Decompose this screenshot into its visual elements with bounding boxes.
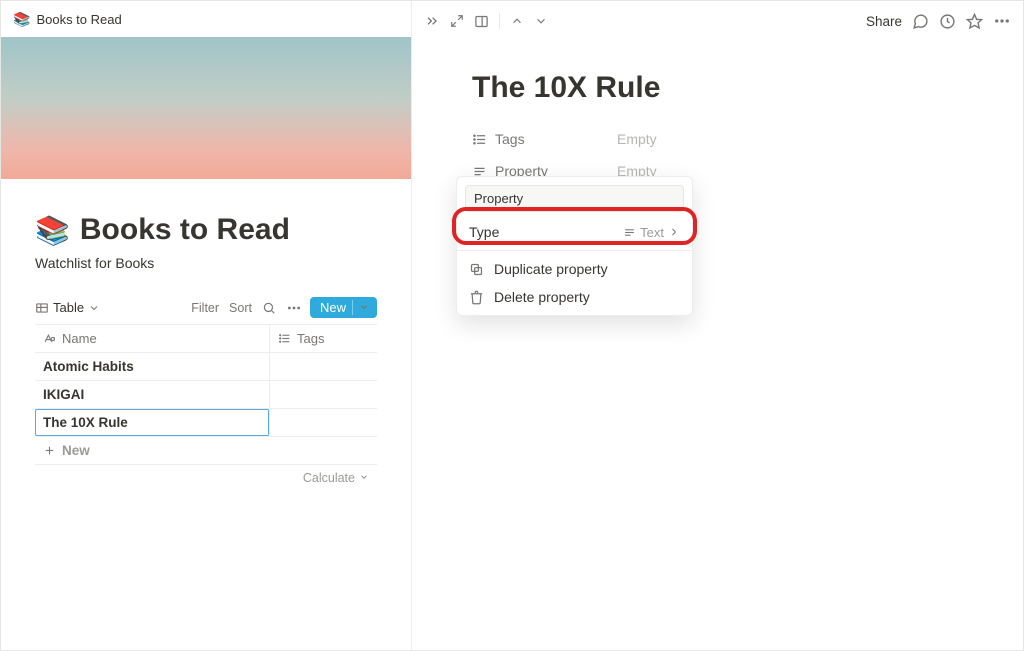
clock-icon <box>939 13 956 30</box>
calculate-row[interactable]: Calculate <box>35 465 377 491</box>
cell-tags[interactable] <box>270 353 377 380</box>
star-icon <box>966 13 983 30</box>
table-row[interactable]: Atomic Habits <box>35 353 377 381</box>
menu-separator <box>457 250 692 251</box>
type-value: Text <box>640 225 664 240</box>
table-header: Name Tags <box>35 325 377 353</box>
expand-icon <box>450 14 464 28</box>
new-row-label: New <box>62 443 90 458</box>
chevron-down-icon <box>88 302 100 314</box>
calculate-label: Calculate <box>303 471 355 485</box>
left-panel: 📚 Books to Read 📚 Books to Read Watchlis… <box>1 1 412 650</box>
chevron-up-icon <box>510 14 524 28</box>
property-type-row[interactable]: Type Text <box>457 218 692 246</box>
new-button[interactable]: New <box>310 297 377 318</box>
chevron-down-icon <box>359 302 369 312</box>
trash-icon <box>469 290 484 305</box>
delete-label: Delete property <box>494 289 680 305</box>
list-icon <box>472 132 487 147</box>
dots-icon <box>286 300 302 316</box>
duplicate-label: Duplicate property <box>494 261 680 277</box>
page-icon: 📚 <box>13 11 30 28</box>
delete-property-item[interactable]: Delete property <box>457 283 692 311</box>
property-row-tags[interactable]: Tags Empty <box>472 123 963 155</box>
filter-button[interactable]: Filter <box>191 301 219 315</box>
column-tags-label: Tags <box>297 331 324 346</box>
cell-tags[interactable] <box>270 381 377 408</box>
property-label: Tags <box>495 131 525 147</box>
more-button[interactable] <box>286 300 302 316</box>
favorite-button[interactable] <box>966 13 983 30</box>
page-title-text: Books to Read <box>80 213 290 247</box>
search-button[interactable] <box>262 301 276 315</box>
breadcrumb[interactable]: 📚 Books to Read <box>1 1 411 37</box>
text-icon <box>623 226 636 239</box>
expand-button[interactable] <box>450 14 464 28</box>
view-selector[interactable]: Table <box>35 300 104 315</box>
search-icon <box>262 301 276 315</box>
prev-button[interactable] <box>510 14 524 28</box>
dots-icon <box>993 12 1011 30</box>
more-button[interactable] <box>993 12 1011 30</box>
duplicate-icon <box>469 262 484 277</box>
chevrons-right-icon <box>424 13 440 29</box>
table-row[interactable]: IKIGAI <box>35 381 377 409</box>
close-panel-button[interactable] <box>424 13 440 29</box>
cell-name[interactable]: The 10X Rule <box>35 409 270 436</box>
property-menu-popup: Type Text Duplicate property Delete prop… <box>456 176 693 316</box>
cell-tags[interactable] <box>270 409 377 436</box>
new-button-chevron[interactable] <box>352 300 369 315</box>
cell-name[interactable]: IKIGAI <box>35 381 270 408</box>
chevron-down-icon <box>534 14 548 28</box>
share-button[interactable]: Share <box>866 14 902 29</box>
chevron-right-icon <box>668 226 680 238</box>
duplicate-property-item[interactable]: Duplicate property <box>457 255 692 283</box>
toolbar-divider <box>499 13 500 29</box>
new-button-label: New <box>320 300 346 315</box>
plus-icon <box>43 444 56 457</box>
breadcrumb-title: Books to Read <box>36 12 121 27</box>
chevron-down-icon <box>359 472 369 482</box>
column-name-label: Name <box>62 331 97 346</box>
list-icon <box>278 332 291 345</box>
sort-button[interactable]: Sort <box>229 301 252 315</box>
detail-toolbar: Share <box>412 1 1023 41</box>
property-value[interactable]: Empty <box>617 131 657 147</box>
next-button[interactable] <box>534 14 548 28</box>
updates-button[interactable] <box>939 13 956 30</box>
view-label: Table <box>53 300 84 315</box>
column-tags[interactable]: Tags <box>270 325 377 352</box>
side-peek-icon <box>474 14 489 29</box>
new-row[interactable]: New <box>35 437 377 465</box>
text-type-icon <box>43 332 56 345</box>
page-subtitle[interactable]: Watchlist for Books <box>35 255 377 271</box>
cover-image <box>1 37 411 179</box>
type-label: Type <box>469 224 623 240</box>
column-name[interactable]: Name <box>35 325 270 352</box>
table-icon <box>35 301 49 315</box>
page-emoji: 📚 <box>35 214 70 247</box>
page-title[interactable]: 📚 Books to Read <box>35 213 377 247</box>
comment-icon <box>912 13 929 30</box>
table-row[interactable]: The 10X Rule <box>35 409 377 437</box>
right-panel: Share The 10X Rule Tag <box>412 1 1023 650</box>
property-name-input[interactable] <box>465 185 684 212</box>
cell-name[interactable]: Atomic Habits <box>35 353 270 380</box>
comments-button[interactable] <box>912 13 929 30</box>
detail-title[interactable]: The 10X Rule <box>472 71 963 105</box>
db-toolbar: Table Filter Sort New <box>35 297 377 325</box>
peek-mode-button[interactable] <box>474 14 489 29</box>
